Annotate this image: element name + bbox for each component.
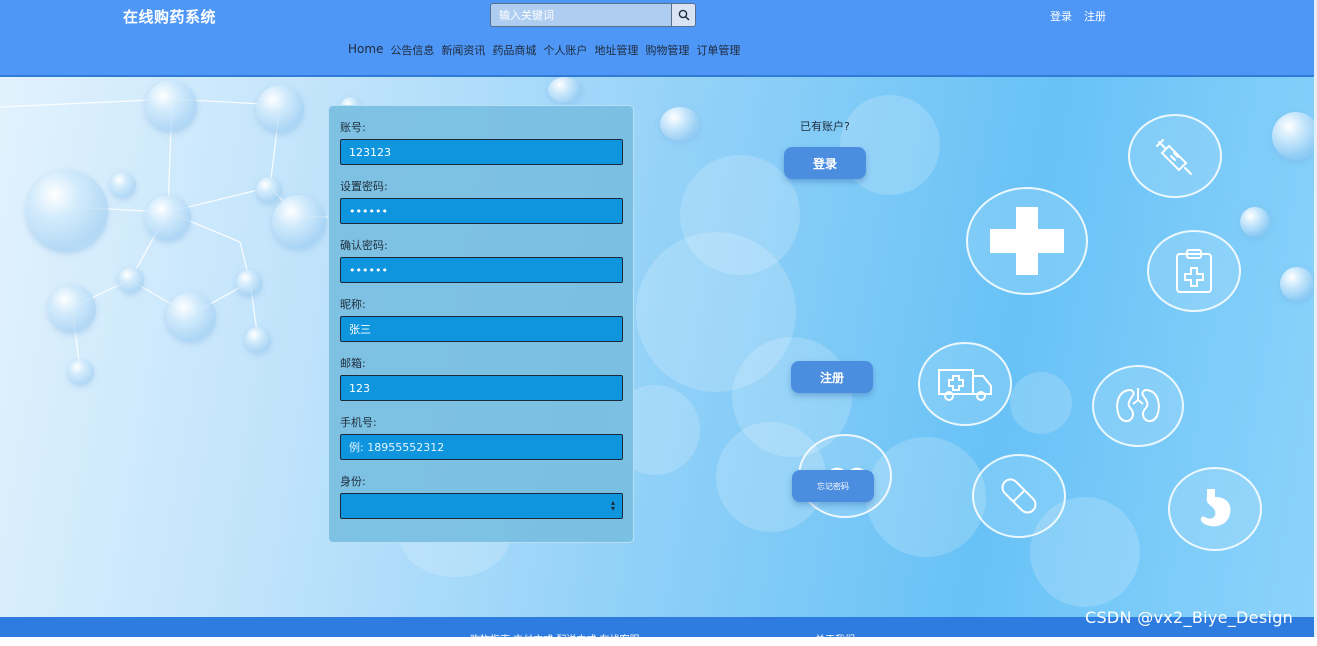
auth-links: 登录 注册 <box>1050 8 1106 24</box>
molecule-atom <box>256 177 282 203</box>
bokeh-bubble <box>840 95 940 195</box>
nav-item-news[interactable]: 新闻资讯 <box>441 42 485 58</box>
ambulance-circle <box>918 342 1012 426</box>
watermark: CSDN @vx2_Biye_Design <box>1085 608 1294 627</box>
password-input[interactable] <box>340 198 623 224</box>
bokeh-bubble <box>1010 372 1072 434</box>
ambulance-icon <box>938 369 992 401</box>
molecule-atom <box>272 195 326 249</box>
molecule-atom <box>166 292 216 342</box>
stomach-icon <box>1200 489 1231 527</box>
molecule-atom <box>1240 207 1270 237</box>
confirm-password-label: 确认密码: <box>340 239 388 252</box>
site-title: 在线购药系统 <box>123 8 217 26</box>
background-hero <box>0 77 1317 617</box>
pill-circle <box>972 454 1066 538</box>
kidney-icon <box>1116 388 1160 422</box>
nav-item-home[interactable]: Home <box>348 42 383 58</box>
password-label: 设置密码: <box>340 180 388 193</box>
molecule-atom <box>236 270 262 296</box>
clipboard-icon <box>1176 249 1212 293</box>
molecule-atom <box>256 85 304 133</box>
nav-item-orders[interactable]: 订单管理 <box>696 42 740 58</box>
forgot-password-button[interactable]: 忘记密码 <box>792 470 874 502</box>
search-input[interactable] <box>490 3 671 27</box>
search-button[interactable] <box>671 3 696 27</box>
nickname-label: 昵称: <box>340 298 366 311</box>
medical-cross-circle <box>966 187 1088 295</box>
syringe-icon <box>1156 139 1192 175</box>
nickname-input[interactable] <box>340 316 623 342</box>
main-nav: Home 公告信息 新闻资讯 药品商城 个人账户 地址管理 购物管理 订单管理 <box>348 42 740 58</box>
role-label: 身份: <box>340 475 366 488</box>
email-label: 邮箱: <box>340 357 366 370</box>
nav-item-cart[interactable]: 购物管理 <box>645 42 689 58</box>
login-button[interactable]: 登录 <box>784 147 866 179</box>
pill-icon <box>1001 478 1037 514</box>
footer-links[interactable]: 购物指南 支付方式 配送方式 在线客服 <box>470 631 640 646</box>
nav-item-address[interactable]: 地址管理 <box>594 42 638 58</box>
molecule-atom <box>118 267 144 293</box>
nav-item-announcements[interactable]: 公告信息 <box>390 42 434 58</box>
register-button[interactable]: 注册 <box>791 361 873 393</box>
already-have-account-text: 已有账户? <box>800 120 850 133</box>
footer-about[interactable]: 关于我们 <box>815 631 855 646</box>
kidney-circle <box>1092 365 1184 447</box>
registration-form: 账号: 设置密码: 确认密码: 昵称: 邮箱: 手机号: 身份: ▴▾ <box>328 105 634 543</box>
account-input[interactable] <box>340 139 623 165</box>
molecule-atom <box>26 170 108 252</box>
medical-cross-icon <box>990 207 1064 275</box>
nav-item-drug-mall[interactable]: 药品商城 <box>492 42 536 58</box>
header: 在线购药系统 登录 注册 Home 公告信息 新闻资讯 药品商城 个人账户 地址… <box>0 0 1317 77</box>
molecule-atom <box>1272 112 1317 160</box>
login-link[interactable]: 登录 <box>1050 8 1072 24</box>
select-updown-icon: ▴ ▾ <box>610 498 615 513</box>
molecule-atom <box>245 327 271 353</box>
molecule-atom <box>145 80 197 132</box>
register-link[interactable]: 注册 <box>1084 8 1106 24</box>
role-select[interactable]: ▴ ▾ <box>340 493 623 519</box>
molecule-atom <box>548 77 582 103</box>
stomach-circle <box>1168 467 1262 551</box>
phone-label: 手机号: <box>340 416 377 429</box>
nav-item-account[interactable]: 个人账户 <box>543 42 587 58</box>
molecule-atom <box>68 359 94 385</box>
account-label: 账号: <box>340 121 366 134</box>
molecule-atom <box>1280 267 1314 301</box>
clipboard-circle <box>1147 230 1241 312</box>
phone-input[interactable] <box>340 434 623 460</box>
molecule-atom <box>48 285 96 333</box>
confirm-password-input[interactable] <box>340 257 623 283</box>
syringe-circle <box>1128 114 1222 198</box>
molecule-atom <box>110 172 136 198</box>
molecule-atom <box>660 107 700 141</box>
search-bar <box>490 3 696 29</box>
molecule-atom <box>145 195 191 241</box>
email-input[interactable] <box>340 375 623 401</box>
search-icon <box>678 9 690 21</box>
